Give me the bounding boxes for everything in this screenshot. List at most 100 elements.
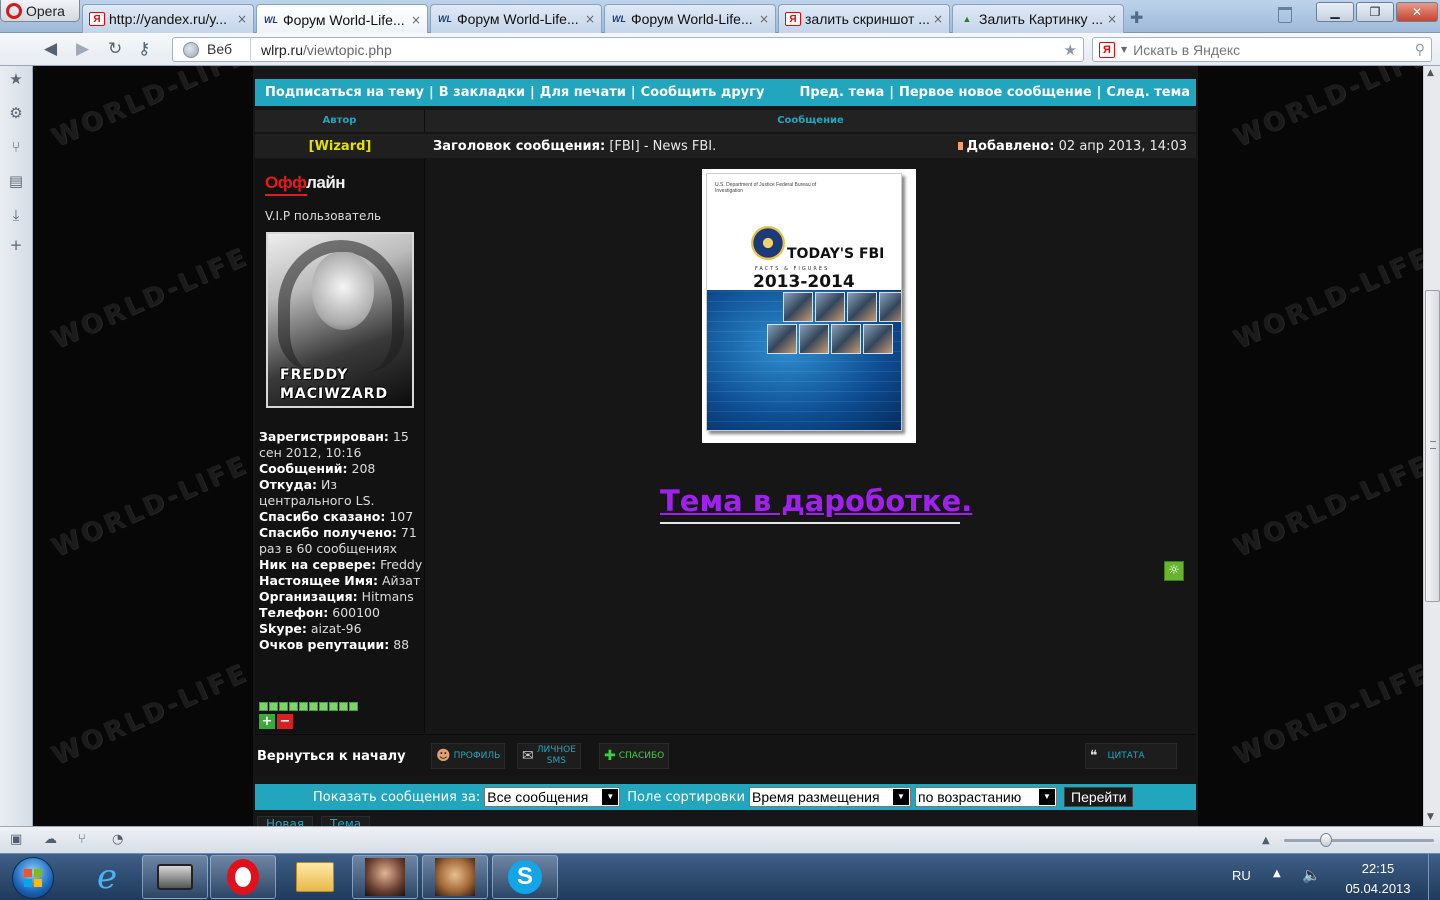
- fbi-report-cover-image[interactable]: U.S. Department of Justice Federal Burea…: [702, 169, 916, 443]
- dropdown-arrow-icon: ▼: [893, 789, 909, 805]
- user-photo-icon: [365, 858, 405, 896]
- tab-title: Форум World-Life...: [631, 11, 753, 27]
- subscribe-link[interactable]: Подписаться на тему: [265, 85, 424, 100]
- added-value: 02 апр 2013, 14:03: [1058, 138, 1187, 154]
- address-url[interactable]: wlrp.ru/viewtopic.php: [251, 42, 1064, 58]
- sort-field-select[interactable]: Время размещения ▼: [749, 787, 911, 807]
- volume-icon[interactable]: 🔈: [1302, 866, 1321, 884]
- tab-close-icon[interactable]: ×: [585, 12, 595, 26]
- reputation-block: [289, 702, 298, 711]
- start-button[interactable]: [12, 857, 54, 899]
- opera-menu-button[interactable]: Opera: [0, 0, 80, 22]
- tab-forum-1[interactable]: WL Форум World-Life... ×: [256, 4, 428, 34]
- private-message-button[interactable]: ✉ ЛИЧНОЕ SMS: [517, 743, 581, 769]
- clock-date: 05.04.2013: [1345, 881, 1411, 896]
- stat-server-nick: Ник на сервере: Freddy: [259, 557, 423, 572]
- opera-logo-icon: [6, 2, 22, 19]
- downloads-icon[interactable]: ⤓: [7, 206, 25, 224]
- yandex-search-icon[interactable]: Я: [1099, 41, 1115, 58]
- tab-title: Форум World-Life...: [457, 11, 579, 27]
- reputation-minus-button[interactable]: −: [277, 714, 293, 729]
- minimize-button[interactable]: ▁: [1316, 2, 1354, 22]
- watermark: WORLD-LIFE: [1229, 449, 1423, 564]
- print-link[interactable]: Для печати: [540, 85, 626, 100]
- bookmark-link[interactable]: В закладки: [439, 85, 525, 100]
- taskbar-app-2[interactable]: [422, 855, 488, 899]
- search-input[interactable]: [1133, 41, 1409, 58]
- taskbar-media-player[interactable]: [142, 855, 208, 899]
- quote-button[interactable]: ❝ ЦИТАТА: [1085, 743, 1177, 769]
- bookmarks-star-icon[interactable]: ★: [7, 70, 25, 88]
- bookmark-star-icon[interactable]: ★: [1064, 41, 1083, 59]
- taskbar-explorer[interactable]: [282, 855, 348, 899]
- tab-close-icon[interactable]: ×: [411, 13, 421, 27]
- author-name[interactable]: [Wizard]: [255, 139, 425, 154]
- tab-forum-3[interactable]: WL Форум World-Life... ×: [604, 4, 776, 33]
- tab-close-icon[interactable]: ×: [237, 12, 247, 26]
- tab-close-icon[interactable]: ×: [759, 12, 769, 26]
- show-posts-select[interactable]: Все сообщения ▼: [484, 787, 621, 807]
- taskbar-internet-explorer[interactable]: e: [74, 855, 140, 899]
- close-window-button[interactable]: ✕: [1396, 2, 1438, 22]
- zoom-up-icon[interactable]: ▲: [1262, 835, 1270, 846]
- lightbulb-icon[interactable]: ☼: [1164, 561, 1184, 581]
- search-engine-dropdown-icon[interactable]: ▼: [1121, 45, 1127, 54]
- yandex-favicon-icon: Я: [785, 12, 801, 26]
- new-topic-button[interactable]: Новая: [257, 816, 314, 826]
- profile-button[interactable]: ☻ ПРОФИЛЬ: [431, 743, 506, 769]
- cover-photo: [863, 324, 893, 354]
- scroll-down-arrow-icon[interactable]: ▼: [1427, 812, 1434, 822]
- tab-close-icon[interactable]: ×: [933, 12, 943, 26]
- restore-button[interactable]: ❐: [1356, 2, 1394, 22]
- topic-button[interactable]: Тема: [321, 816, 371, 826]
- user-icon: ☻: [436, 748, 451, 764]
- show-desktop-button[interactable]: [1428, 854, 1440, 900]
- search-box[interactable]: Я ▼ ⚲: [1092, 37, 1432, 62]
- vertical-scrollbar[interactable]: ▲ ▼: [1423, 66, 1440, 826]
- tab-yandex[interactable]: Я http://yandex.ru/y... ×: [82, 4, 254, 33]
- sort-order-select[interactable]: по возрастанию ▼: [915, 787, 1057, 807]
- scrollbar-thumb[interactable]: [1425, 290, 1440, 602]
- back-to-top-link[interactable]: Вернуться к началу: [257, 749, 406, 764]
- turbo-cloud-icon[interactable]: ☁: [44, 832, 57, 847]
- trash-icon[interactable]: [1278, 7, 1292, 23]
- tray-clock[interactable]: 22:15 05.04.2013: [1340, 859, 1416, 899]
- reputation-block: [279, 702, 288, 711]
- taskbar-opera[interactable]: [210, 855, 276, 899]
- key-icon[interactable]: ⚷: [138, 39, 150, 59]
- unite-icon[interactable]: ⑂: [78, 832, 86, 847]
- forward-arrow-icon[interactable]: ▶: [76, 39, 89, 59]
- share-icon[interactable]: ⑂: [7, 138, 25, 156]
- email-friend-link[interactable]: Сообщить другу: [641, 85, 765, 100]
- message-column-header: Сообщение: [777, 115, 844, 126]
- taskbar-skype[interactable]: S: [492, 855, 558, 899]
- cover-photo: [847, 292, 877, 322]
- address-field[interactable]: Веб wlrp.ru/viewtopic.php ★: [172, 37, 1084, 62]
- zoom-slider-knob[interactable]: [1320, 833, 1332, 847]
- speed-dial-icon[interactable]: ◔: [112, 832, 123, 847]
- zoom-slider[interactable]: [1284, 833, 1434, 847]
- tab-forum-2[interactable]: WL Форум World-Life... ×: [430, 4, 602, 33]
- first-unread-link[interactable]: Первое новое сообщение: [899, 85, 1092, 100]
- side-panel: ★ ⚙ ⑂ ▤ ⤓ +: [0, 66, 33, 826]
- tab-image-upload[interactable]: ▲ Залить Картинку ... ×: [952, 4, 1124, 33]
- reputation-plus-button[interactable]: +: [259, 714, 275, 729]
- tray-expand-icon[interactable]: ▲: [1273, 868, 1281, 879]
- tab-yandex-search[interactable]: Я залить скриншот ... ×: [778, 4, 950, 33]
- language-indicator[interactable]: RU: [1232, 868, 1251, 883]
- add-panel-icon[interactable]: +: [7, 236, 25, 254]
- reload-icon[interactable]: ↻: [108, 39, 122, 59]
- thanks-button[interactable]: ✚ СПАСИБО: [599, 743, 670, 769]
- prev-topic-link[interactable]: Пред. тема: [800, 85, 885, 100]
- next-topic-link[interactable]: След. тема: [1106, 85, 1190, 100]
- back-arrow-icon[interactable]: ◀: [44, 39, 57, 59]
- taskbar-app-1[interactable]: [352, 855, 418, 899]
- search-icon[interactable]: ⚲: [1415, 42, 1425, 58]
- tab-close-icon[interactable]: ×: [1107, 12, 1117, 26]
- new-tab-plus-icon[interactable]: ✚: [1130, 8, 1143, 27]
- notes-icon[interactable]: ▤: [7, 172, 25, 190]
- go-button[interactable]: Перейти: [1064, 787, 1134, 807]
- settings-gear-icon[interactable]: ⚙: [7, 104, 25, 122]
- scroll-up-arrow-icon[interactable]: ▲: [1427, 68, 1434, 78]
- panel-toggle-icon[interactable]: ▣: [10, 832, 22, 847]
